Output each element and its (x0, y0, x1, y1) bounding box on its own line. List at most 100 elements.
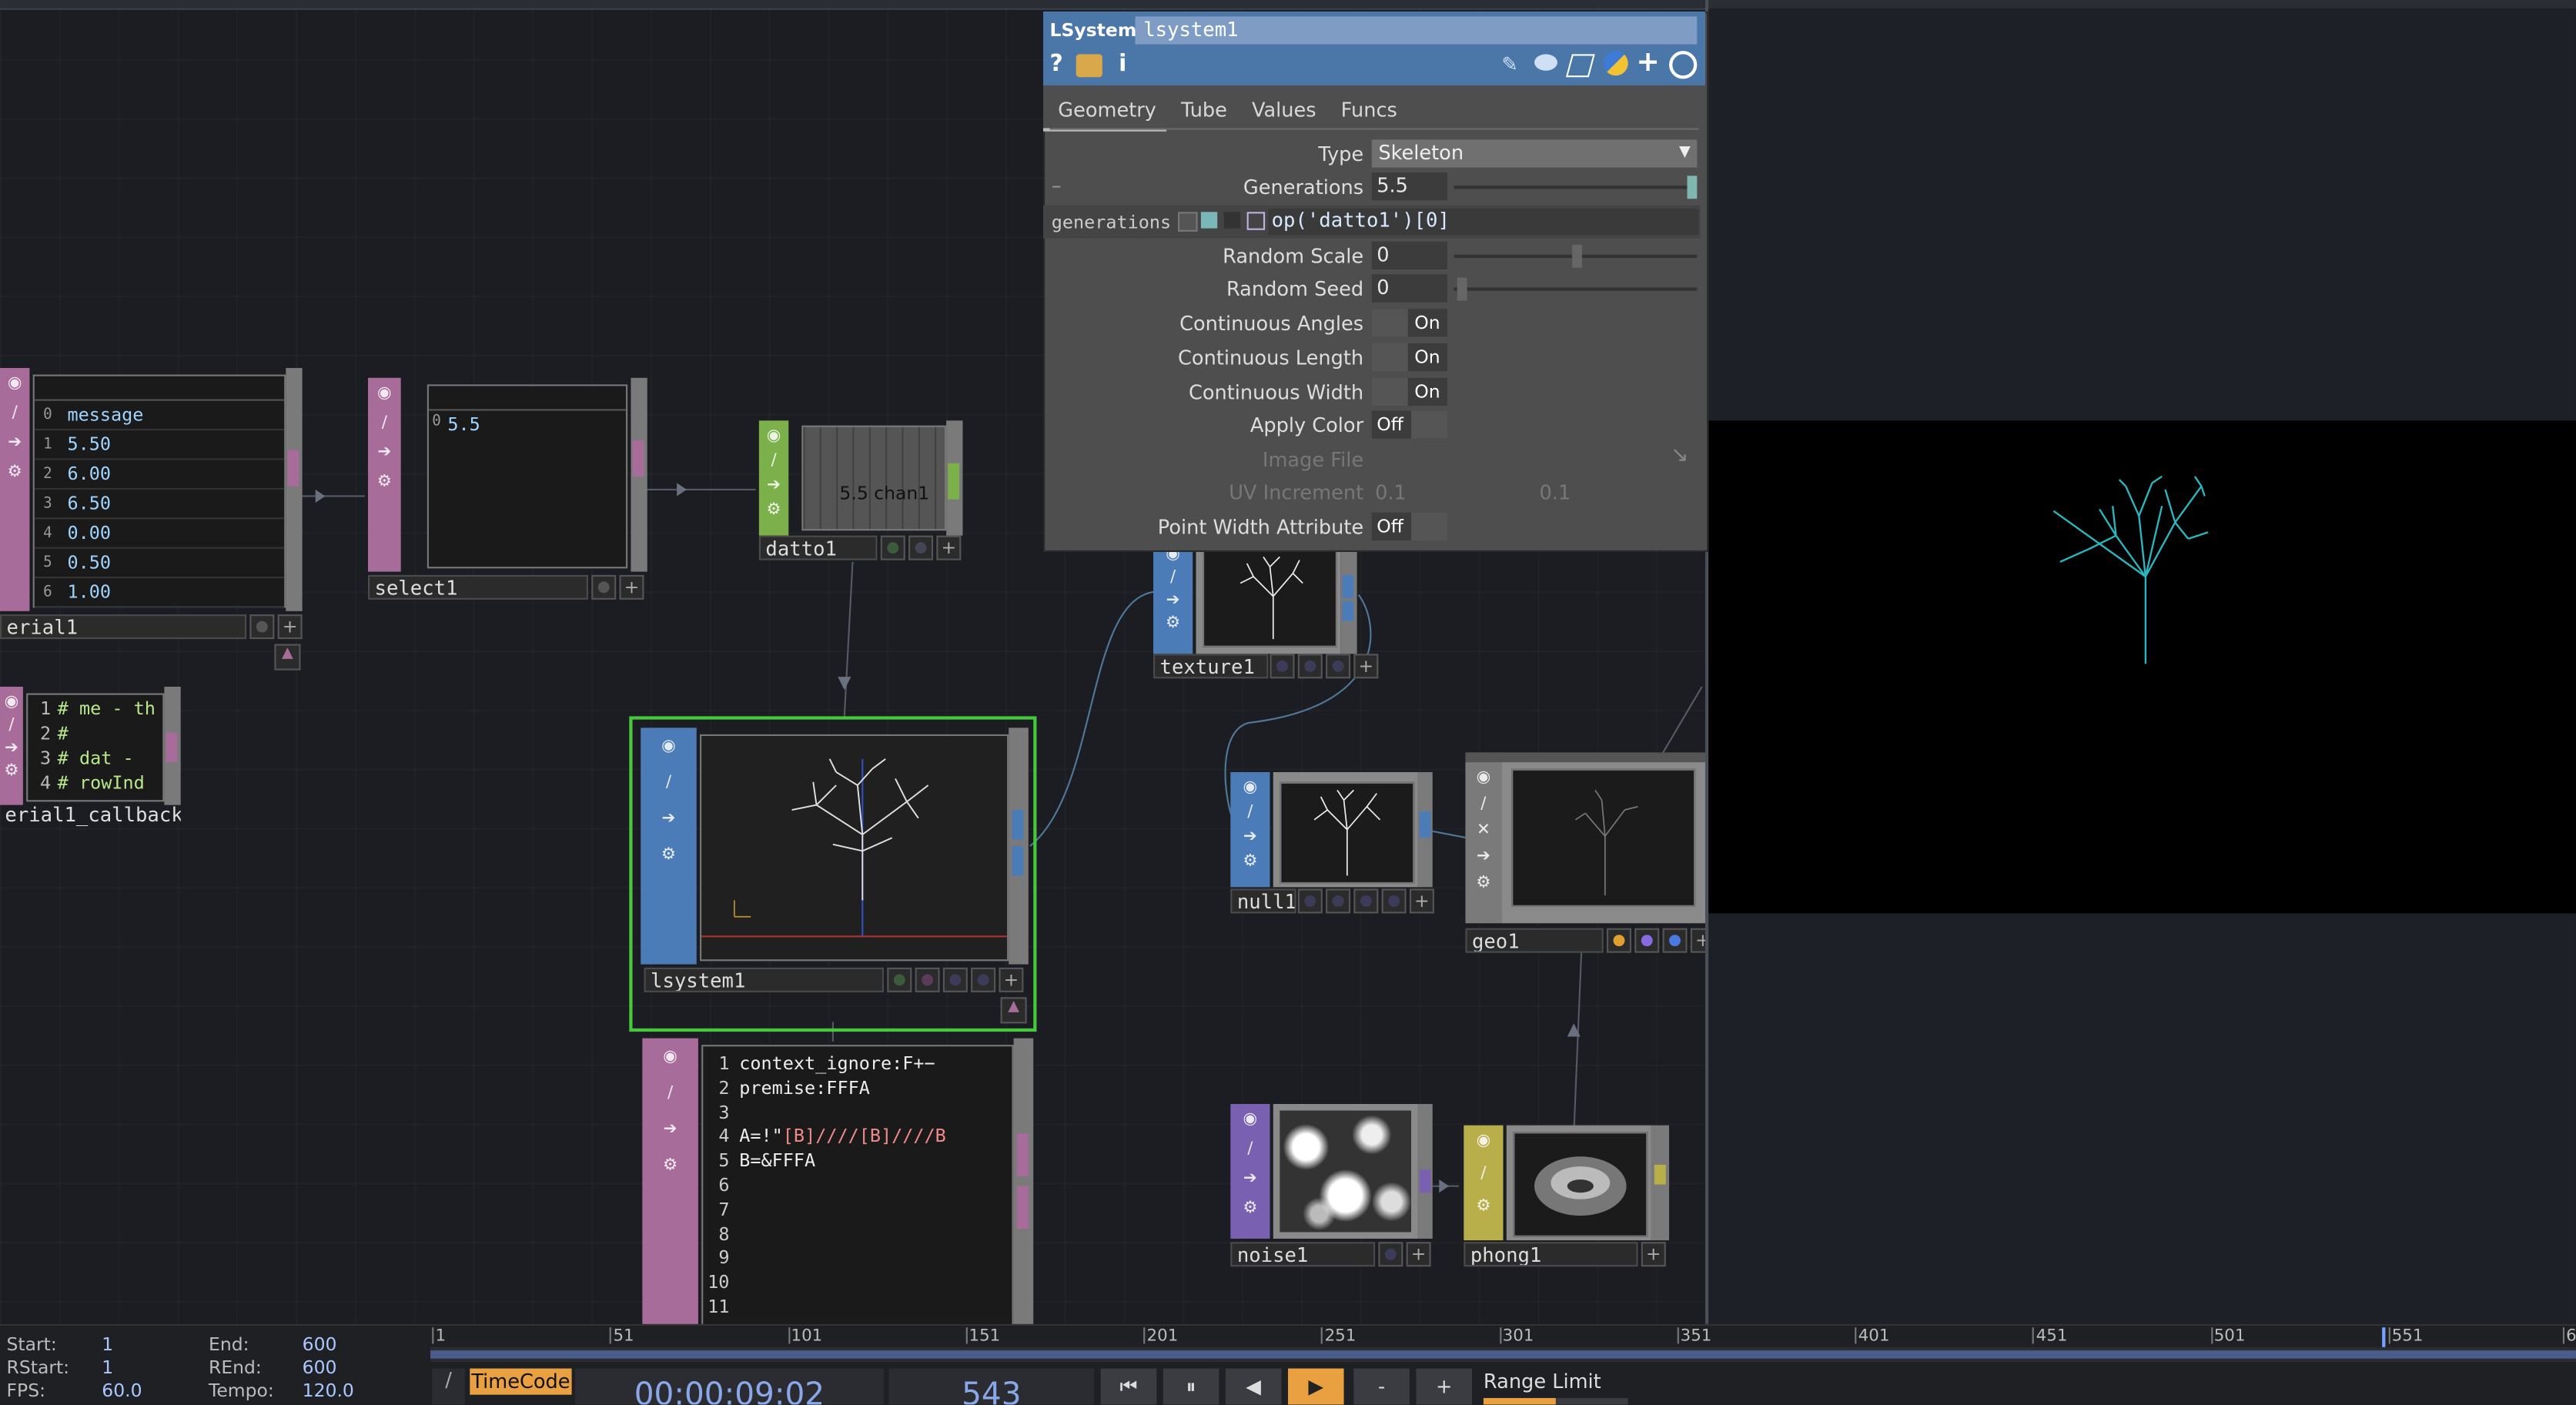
continuous-length-toggle[interactable]: On (1371, 343, 1447, 372)
edit-icon[interactable]: ∕ (5, 404, 25, 424)
viewer-toggle-icon[interactable]: ◉ (1240, 1111, 1260, 1131)
output-connector[interactable] (1012, 810, 1024, 840)
serial1-node[interactable]: ◉ ∕ ➔ ⚙ 0 message 1 5.50 2 6.00 3 6.50 4 0.00 5 0.5… (0, 367, 303, 611)
bypass-flag[interactable] (887, 967, 912, 992)
generations-field[interactable]: 5.5 (1371, 172, 1447, 201)
texture1-label[interactable]: texture1 (1153, 654, 1269, 679)
close-icon[interactable]: ✕ (1474, 821, 1494, 841)
table-row[interactable]: 4 0.00 (34, 519, 285, 549)
noise1-label[interactable]: noise1 (1230, 1242, 1376, 1267)
arrow-right-icon[interactable]: ➔ (375, 443, 395, 463)
random-scale-slider[interactable] (1454, 244, 1698, 268)
null1-label[interactable]: null1 (1230, 888, 1296, 914)
bypass-flag[interactable] (1270, 654, 1295, 679)
edit-icon[interactable]: ∕ (1240, 803, 1260, 823)
callbacks-node[interactable]: ◉ ∕ ➔ ⚙ 1 # me - th 2 #3 # dat - 4 # rowInd (0, 686, 181, 805)
collapse-icon[interactable]: – (1052, 174, 1062, 197)
continuous-angles-toggle[interactable]: On (1371, 309, 1447, 337)
rstart-value[interactable]: 1 (102, 1357, 113, 1379)
render-viewer[interactable] (1708, 420, 2576, 914)
playhead-marker[interactable] (2382, 1327, 2386, 1347)
type-dropdown[interactable]: Skeleton ▼ (1371, 139, 1698, 168)
serial1-label[interactable]: erial1 (0, 614, 247, 640)
add-icon[interactable]: + (1641, 1242, 1666, 1267)
lock-icon[interactable]: ⚙ (659, 846, 679, 866)
geo1-label[interactable]: geo1 (1465, 928, 1604, 953)
lsystem1-node[interactable]: ◉ ∕ ➔ ⚙ (641, 728, 1029, 965)
lock-icon[interactable]: ⚙ (2, 762, 22, 782)
lock-icon[interactable]: ⚙ (1474, 874, 1494, 894)
table-row[interactable]: 3 6.50 (34, 490, 285, 520)
lock-icon[interactable]: ⚙ (1163, 614, 1183, 634)
add-icon[interactable]: + (1636, 46, 1659, 79)
random-seed-slider[interactable] (1454, 277, 1698, 301)
lock-icon[interactable]: ⚙ (661, 1156, 681, 1176)
apply-color-toggle[interactable]: Off (1371, 410, 1447, 439)
datto1-node[interactable]: ◉ ∕ ➔ ⚙ 5.5 chan1 (758, 420, 963, 536)
noise1-node[interactable]: ◉ ∕ ➔ ⚙ (1230, 1103, 1433, 1239)
rules-text-node[interactable]: ◉ ∕ ➔ ⚙ 1 context_ignore:F+− 2 premise:FFFA… (642, 1038, 1034, 1328)
viewer-toggle-icon[interactable]: ◉ (659, 738, 679, 758)
tab-tube[interactable]: Tube (1166, 99, 1237, 132)
geo1-node[interactable]: ◉ ∕ ✕ ➔ ⚙ (1465, 752, 1705, 924)
uv-increment-v-field[interactable]: 0.1 (1539, 481, 1571, 504)
phong1-node[interactable]: ◉ ∕ ⚙ (1464, 1125, 1670, 1241)
output-connector[interactable] (1342, 574, 1354, 598)
viewer-toggle-icon[interactable]: ◉ (1240, 778, 1260, 798)
speed-increase-button[interactable]: + (1416, 1368, 1472, 1405)
viewer-toggle-icon[interactable]: ◉ (764, 427, 784, 447)
edit-icon[interactable]: ∕ (375, 414, 395, 434)
lock-icon[interactable]: ⚙ (1240, 1199, 1260, 1219)
table-row[interactable]: 1 5.50 (34, 430, 285, 460)
tab-funcs[interactable]: Funcs (1326, 99, 1407, 132)
pencil-icon[interactable]: ✎ (1501, 52, 1517, 75)
viewer-toggle-icon[interactable]: ◉ (375, 384, 395, 404)
info-icon[interactable]: i (1119, 51, 1126, 77)
add-icon[interactable]: + (999, 967, 1024, 992)
random-scale-field[interactable]: 0 (1371, 241, 1447, 269)
datto1-label[interactable]: datto1 (758, 535, 878, 560)
edit-icon[interactable]: ∕ (1163, 568, 1183, 588)
table-row[interactable]: 6 1.00 (34, 578, 285, 608)
arrow-right-icon[interactable]: ➔ (1240, 828, 1260, 848)
slider-handle[interactable] (1457, 277, 1467, 301)
op-name-field[interactable]: lsystem1 (1135, 16, 1698, 45)
generations-slider[interactable] (1454, 176, 1698, 199)
arrow-right-icon[interactable]: ➔ (1474, 848, 1494, 868)
arrow-right-icon[interactable]: ➔ (1240, 1169, 1260, 1189)
render-flag[interactable] (1606, 928, 1631, 953)
mode-bind-icon[interactable] (1246, 212, 1266, 230)
output-connector[interactable] (1419, 811, 1431, 838)
output-connector[interactable] (287, 450, 299, 487)
arrow-right-icon[interactable]: ➔ (1163, 591, 1183, 611)
point-width-toggle[interactable]: Off (1371, 512, 1447, 541)
select1-node[interactable]: ◉ ∕ ➔ ⚙ 0 5.5 (367, 377, 647, 572)
add-icon[interactable]: + (1406, 1242, 1431, 1267)
bypass-flag[interactable] (1297, 888, 1323, 914)
timecode-toggle[interactable]: TimeCode (470, 1368, 572, 1395)
bypass-flag[interactable] (591, 574, 617, 600)
viewer-toggle-icon[interactable]: ◉ (661, 1048, 681, 1068)
lock-icon[interactable]: ⚙ (1240, 852, 1260, 872)
add-icon[interactable]: + (277, 614, 303, 640)
rewind-button[interactable]: ⏮ (1100, 1368, 1157, 1405)
edit-icon[interactable]: ∕ (1474, 795, 1494, 815)
step-back-button[interactable]: ◀ (1225, 1368, 1282, 1405)
arrow-right-icon[interactable]: ➔ (2, 739, 22, 759)
output-connector[interactable] (632, 440, 644, 477)
add-icon[interactable]: + (1409, 888, 1434, 914)
mode-expression-icon[interactable] (1200, 212, 1218, 229)
comment-icon[interactable] (1534, 54, 1557, 71)
python-help-icon[interactable] (1076, 54, 1102, 78)
output-connector[interactable] (1012, 845, 1024, 876)
edit-icon[interactable]: ∕ (2, 716, 22, 736)
play-button[interactable]: ▶ (1287, 1368, 1344, 1405)
viewer-toggle-icon[interactable]: ◉ (5, 375, 25, 395)
table-row[interactable]: 5 0.50 (34, 549, 285, 579)
lock-flag[interactable] (1326, 888, 1351, 914)
edit-icon[interactable]: ∕ (1474, 1165, 1494, 1185)
output-connector[interactable] (1419, 1169, 1431, 1193)
uv-increment-u-field[interactable]: 0.1 (1375, 481, 1407, 504)
callbacks-editor[interactable]: 1 # me - th 2 #3 # dat - 4 # rowInd (26, 693, 165, 802)
start-value[interactable]: 1 (102, 1334, 113, 1356)
